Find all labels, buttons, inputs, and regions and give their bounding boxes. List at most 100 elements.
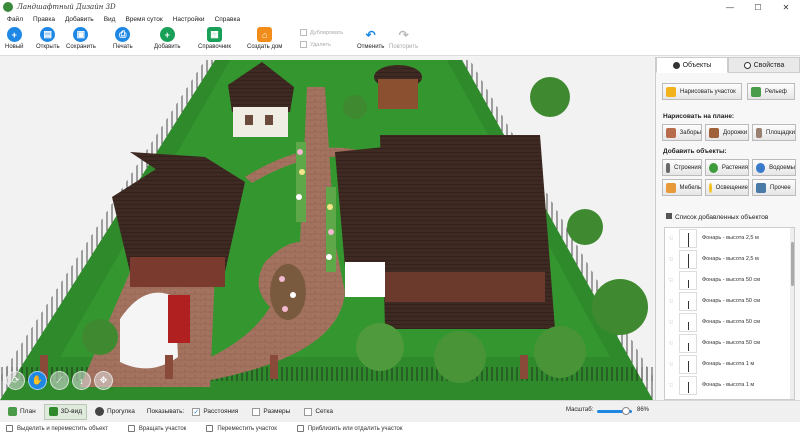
tool-orbit-icon[interactable]: ⟳	[6, 371, 25, 390]
maximize-button[interactable]: ☐	[744, 0, 772, 14]
fence-icon	[666, 127, 676, 138]
window-controls: — ☐ ✕	[716, 0, 800, 14]
hint-zoom: Приблизить или отдалить участок	[296, 425, 402, 432]
lantern-thumbnail	[679, 313, 697, 332]
tab-walk[interactable]: Прогулка	[91, 404, 139, 420]
list-scroll-thumb[interactable]	[791, 242, 794, 286]
path-icon	[709, 127, 719, 138]
plants-button[interactable]: Растения	[705, 159, 749, 176]
mountain-icon	[751, 86, 761, 97]
checkbox-empty-icon	[304, 407, 313, 416]
list-item[interactable]: ☜ Фонарь - высота 2,5 м	[665, 249, 794, 270]
tab-objects[interactable]: Объекты	[656, 57, 728, 73]
view-bar: План 3D-вид Прогулка Показывать: ✓ Расст…	[0, 400, 800, 422]
object-list-title: Список добавленных объектов	[666, 213, 768, 221]
viewport-tools: ⟳ ✋ ⟋ ↕ ✥	[6, 371, 113, 390]
ponds-label: Водоемы	[769, 164, 795, 171]
duplicate-label: Дублировать	[310, 29, 344, 36]
redo-button[interactable]: ↷ Повторить	[389, 27, 418, 50]
draw-on-plan-title: Нарисовать на плане:	[663, 113, 735, 120]
close-button[interactable]: ✕	[772, 0, 800, 14]
lantern-thumbnail	[679, 271, 697, 290]
lantern-thumbnail	[679, 250, 697, 269]
menu-time-of-day[interactable]: Время суток	[120, 16, 167, 23]
list-item[interactable]: ☜ Фонарь - высота 50 см	[665, 312, 794, 333]
list-item[interactable]: ☜ Фонарь - высота 2,5 м	[665, 228, 794, 249]
mouse-middle-icon	[206, 425, 214, 432]
plus-icon: +	[159, 27, 175, 42]
menu-edit[interactable]: Правка	[28, 16, 60, 23]
paths-label: Дорожки	[723, 129, 748, 136]
back-house-wall	[233, 107, 288, 137]
panel-tabs: Объекты Свойства	[656, 57, 800, 73]
new-button[interactable]: + Новый	[5, 27, 24, 50]
list-item[interactable]: ☜ Фонарь - высота 1 м	[665, 354, 794, 375]
fences-button[interactable]: Заборы	[662, 124, 702, 141]
open-button[interactable]: ▤ Открыть	[36, 27, 60, 50]
tool-move-icon[interactable]: ✥	[94, 371, 113, 390]
tool-hand-icon[interactable]: ✋	[28, 371, 47, 390]
list-item[interactable]: ☜ Фонарь - высота 50 см	[665, 270, 794, 291]
list-item-label: Фонарь - высота 50 см	[702, 298, 760, 304]
tree-3d-icon	[48, 407, 58, 416]
tab-properties[interactable]: Свойства	[728, 57, 800, 73]
relief-button[interactable]: Рельеф	[747, 83, 795, 100]
tool-ruler-icon[interactable]: ⟋	[50, 371, 69, 390]
object-list[interactable]: ☜ Фонарь - высота 2,5 м ☜ Фонарь - высота …	[664, 227, 795, 400]
ponds-button[interactable]: Водоемы	[752, 159, 796, 176]
paths-button[interactable]: Дорожки	[705, 124, 749, 141]
reference-button[interactable]: ▦ Справочник	[198, 27, 231, 50]
add-button[interactable]: + Добавить	[154, 27, 181, 50]
tab-objects-label: Объекты	[682, 61, 712, 69]
fences-label: Заборы	[679, 129, 701, 136]
trash-icon	[300, 41, 307, 48]
lighting-button[interactable]: Освещение	[705, 179, 749, 196]
other-button[interactable]: Прочее	[752, 179, 796, 196]
menu-add[interactable]: Добавить	[60, 16, 99, 23]
round-flower-bed	[270, 264, 306, 320]
print-button[interactable]: ⎙ Печать	[113, 27, 133, 50]
save-icon: ▣	[73, 27, 89, 42]
menu-settings[interactable]: Настройки	[168, 16, 210, 23]
building-icon	[666, 162, 670, 173]
dimensions-checkbox[interactable]: Размеры	[252, 407, 291, 416]
tab-properties-label: Свойства	[753, 61, 785, 69]
buildings-button[interactable]: Строения	[662, 159, 702, 176]
new-label: Новый	[5, 44, 24, 50]
dimensions-label: Размеры	[263, 408, 291, 415]
tab-3d-view[interactable]: 3D-вид	[43, 403, 88, 420]
scale-slider-knob[interactable]	[622, 407, 630, 415]
plan-icon	[8, 407, 17, 416]
delete-button[interactable]: Удалить	[300, 41, 331, 48]
tree	[356, 323, 404, 371]
platforms-button[interactable]: Площадки	[752, 124, 796, 141]
menu-view[interactable]: Вид	[99, 16, 121, 23]
menu-help[interactable]: Справка	[210, 16, 246, 23]
new-file-icon: +	[6, 27, 22, 42]
tab-plan[interactable]: План	[4, 404, 40, 420]
save-button[interactable]: ▣ Сохранить	[66, 27, 96, 50]
duplicate-button[interactable]: Дублировать	[300, 29, 343, 36]
undo-button[interactable]: ↶ Отменить	[357, 27, 384, 50]
object-list-title-text: Список добавленных объектов	[675, 214, 769, 221]
menu-file[interactable]: Файл	[2, 16, 28, 23]
mouse-wheel-icon	[296, 425, 304, 432]
grid-checkbox[interactable]: Сетка	[304, 407, 333, 416]
show-label: Показывать:	[146, 408, 185, 415]
minimize-button[interactable]: —	[716, 0, 744, 14]
3d-viewport[interactable]	[0, 57, 653, 400]
list-item[interactable]: ☜ Фонарь - высота 50 см	[665, 333, 794, 354]
checkmark-icon: ✓	[192, 407, 201, 416]
distances-checkbox[interactable]: ✓ Расстояния	[192, 407, 238, 416]
hint-select-move-text: Выделить и переместить объект	[17, 425, 108, 432]
print-label: Печать	[113, 44, 133, 50]
furniture-button[interactable]: Мебель	[662, 179, 702, 196]
list-item[interactable]: ☜ Фонарь - высота 50 см	[665, 291, 794, 312]
create-house-button[interactable]: ⌂ Создать дом	[247, 27, 282, 50]
lantern-thumbnail	[679, 229, 697, 248]
tool-pan-icon[interactable]: ↕	[72, 371, 91, 390]
draw-plot-button[interactable]: Нарисовать участок	[662, 83, 742, 100]
view3d-label: 3D-вид	[60, 408, 83, 415]
list-item-label: Фонарь - высота 50 см	[702, 277, 760, 283]
list-item[interactable]: ☜ Фонарь - высота 1 м	[665, 375, 794, 396]
